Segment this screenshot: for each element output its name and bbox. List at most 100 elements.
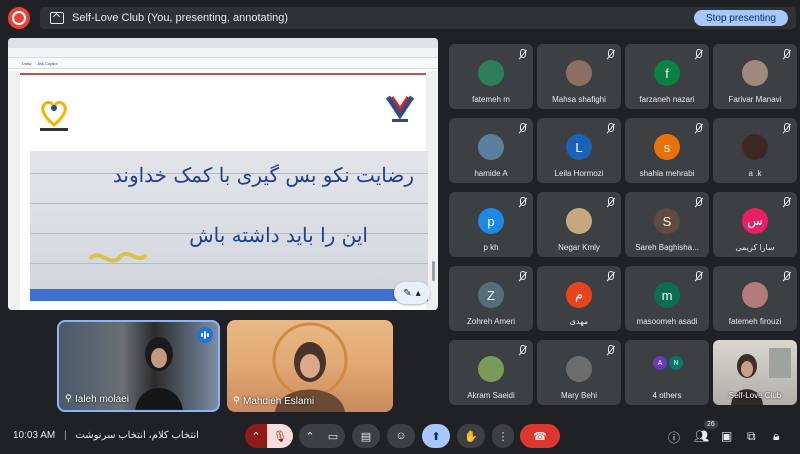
bottom-bar: 10:03 AM | انتخاب کلام، انتخاب سرنوشت ⌃ … <box>0 418 800 454</box>
meeting-time: 10:03 AM | انتخاب کلام، انتخاب سرنوشت <box>13 430 199 441</box>
participant-tile[interactable]: p p kh <box>449 192 533 257</box>
mic-off-icon <box>517 197 527 209</box>
participant-tile[interactable]: a .k <box>713 118 797 183</box>
participant-tile[interactable]: Farivar Manavi <box>713 44 797 109</box>
info-icon[interactable]: ⓘ <box>668 429 680 446</box>
participant-name: a .k <box>748 169 762 178</box>
present-screen-icon <box>50 12 64 24</box>
chat-icon[interactable]: ▣ <box>721 429 732 443</box>
microphone-off-button[interactable]: 🎙︎ <box>267 424 293 448</box>
decorative-sketch <box>88 251 148 263</box>
people-icon[interactable]: 👥︎ <box>694 429 709 443</box>
pin-icon[interactable]: ⚲ <box>65 393 72 404</box>
photo-blue-strip <box>30 289 428 301</box>
participant-tile[interactable]: Mary Behi <box>537 340 621 405</box>
mic-off-icon <box>693 271 703 283</box>
participant-name: Mahsa shafighi <box>552 95 606 104</box>
participant-tile[interactable]: S Sareh Baghisha... <box>625 192 709 257</box>
participant-avatar <box>742 134 768 160</box>
participant-tile[interactable]: Mahsa shafighi <box>537 44 621 109</box>
participant-tile[interactable]: Negar Kmly <box>537 192 621 257</box>
participant-tile[interactable]: س سارا کریمی <box>713 192 797 257</box>
people-count-badge: 26 <box>704 420 718 429</box>
others-avatar: A <box>653 356 667 370</box>
participant-tile[interactable]: Z Zohreh Ameri <box>449 266 533 331</box>
speaking-indicator-icon <box>197 327 213 343</box>
participant-name: Mahdieh Eslami <box>243 396 315 407</box>
participant-tile[interactable]: hamide A <box>449 118 533 183</box>
participant-avatar <box>478 356 504 382</box>
pdf-toolbar: Draw Ask Copilot <box>8 58 438 69</box>
document-page: رضایت نکو بس گیری با کمک خداوند این را ب… <box>20 71 428 310</box>
participant-avatar: م <box>566 282 592 308</box>
more-options-button[interactable]: ⋮ <box>492 424 514 448</box>
pin-icon[interactable]: ⚲ <box>233 395 240 406</box>
browser-address-bar <box>8 48 438 58</box>
participant-name: Mary Behi <box>560 391 597 400</box>
end-call-button[interactable]: ☎ <box>520 424 560 448</box>
chevron-up-icon[interactable]: ▴ <box>416 288 421 299</box>
mic-off-icon <box>781 49 791 61</box>
handwriting-photo: رضایت نکو بس گیری با کمک خداوند این را ب… <box>30 151 428 301</box>
mic-off-icon <box>693 123 703 135</box>
mic-off-icon <box>605 49 615 61</box>
participant-tile[interactable]: fatemeh m <box>449 44 533 109</box>
ask-copilot-tool: Ask Copilot <box>37 60 58 66</box>
participant-avatar <box>742 60 768 86</box>
participant-tile[interactable]: s shahla mehrabi <box>625 118 709 183</box>
participant-avatar: S <box>654 208 680 234</box>
video-options-button[interactable]: ⌃ <box>299 424 321 448</box>
participant-name: Ialeh molaei <box>75 394 129 405</box>
participant-name: fatemeh firouzi <box>728 317 782 326</box>
participant-name: Negar Kmly <box>558 243 600 252</box>
participant-tile[interactable]: AN 4 others <box>625 340 709 405</box>
participant-name: hamide A <box>474 169 508 178</box>
activities-icon[interactable]: ⧉ <box>747 429 756 444</box>
participant-avatar: L <box>566 134 592 160</box>
captions-button[interactable]: ▤ <box>352 424 380 448</box>
participant-name: Self-Love Club <box>728 391 782 400</box>
others-avatar: N <box>669 356 683 370</box>
mic-off-icon <box>781 197 791 209</box>
participant-name: Zohreh Ameri <box>466 317 516 326</box>
host-controls-icon[interactable]: 🔒︎ <box>773 429 779 444</box>
pen-icon[interactable]: ✎ <box>403 288 411 299</box>
video-tile-ialeh[interactable]: ⚲ Ialeh molaei <box>57 320 220 412</box>
top-bar: Self-Love Club (You, presenting, annotat… <box>0 0 800 36</box>
participant-tile[interactable]: f farzaneh nazari <box>625 44 709 109</box>
page-header-rule <box>20 73 426 75</box>
participant-tile[interactable]: L Leila Hormozi <box>537 118 621 183</box>
mic-off-icon <box>781 271 791 283</box>
participant-tile[interactable]: م مهدی <box>537 266 621 331</box>
video-tile-mahdieh[interactable]: ⚲ Mahdieh Eslami <box>227 320 393 412</box>
mic-off-icon <box>605 123 615 135</box>
participant-name: Sareh Baghisha... <box>635 243 699 252</box>
participant-name: p kh <box>483 243 499 252</box>
mic-off-icon <box>517 271 527 283</box>
participant-tile[interactable]: Self-Love Club <box>713 340 797 405</box>
recording-icon <box>8 7 30 29</box>
mic-off-icon <box>605 345 615 357</box>
document-viewer: رضایت نکو بس گیری با کمک خداوند این را ب… <box>8 71 438 310</box>
participant-avatar: f <box>654 60 680 86</box>
present-button[interactable]: ⬆ <box>422 424 450 448</box>
participant-tile[interactable]: Akram Saeidi <box>449 340 533 405</box>
stop-presenting-button[interactable]: Stop presenting <box>693 10 788 26</box>
raise-hand-button[interactable]: ✋ <box>457 424 485 448</box>
participant-avatar <box>478 60 504 86</box>
mic-off-icon <box>605 197 615 209</box>
participant-tile[interactable]: fatemeh firouzi <box>713 266 797 331</box>
participant-avatar: س <box>742 208 768 234</box>
mic-off-icon <box>517 123 527 135</box>
annotation-toolbar[interactable]: ✎ ▴ <box>394 282 430 304</box>
shared-screen: Draw Ask Copilot رضایت نکو بس گیری با کم… <box>8 38 438 310</box>
mic-off-icon <box>693 49 703 61</box>
mic-off-icon <box>517 49 527 61</box>
participant-tile[interactable]: m masoomeh asadi <box>625 266 709 331</box>
audio-options-button[interactable]: ⌃ <box>245 424 267 448</box>
reactions-button[interactable]: ☺ <box>387 424 415 448</box>
participant-avatar: p <box>478 208 504 234</box>
self-love-club-logo <box>40 100 68 131</box>
document-scrollbar[interactable] <box>432 261 435 281</box>
camera-button[interactable]: ▭ <box>321 424 345 448</box>
